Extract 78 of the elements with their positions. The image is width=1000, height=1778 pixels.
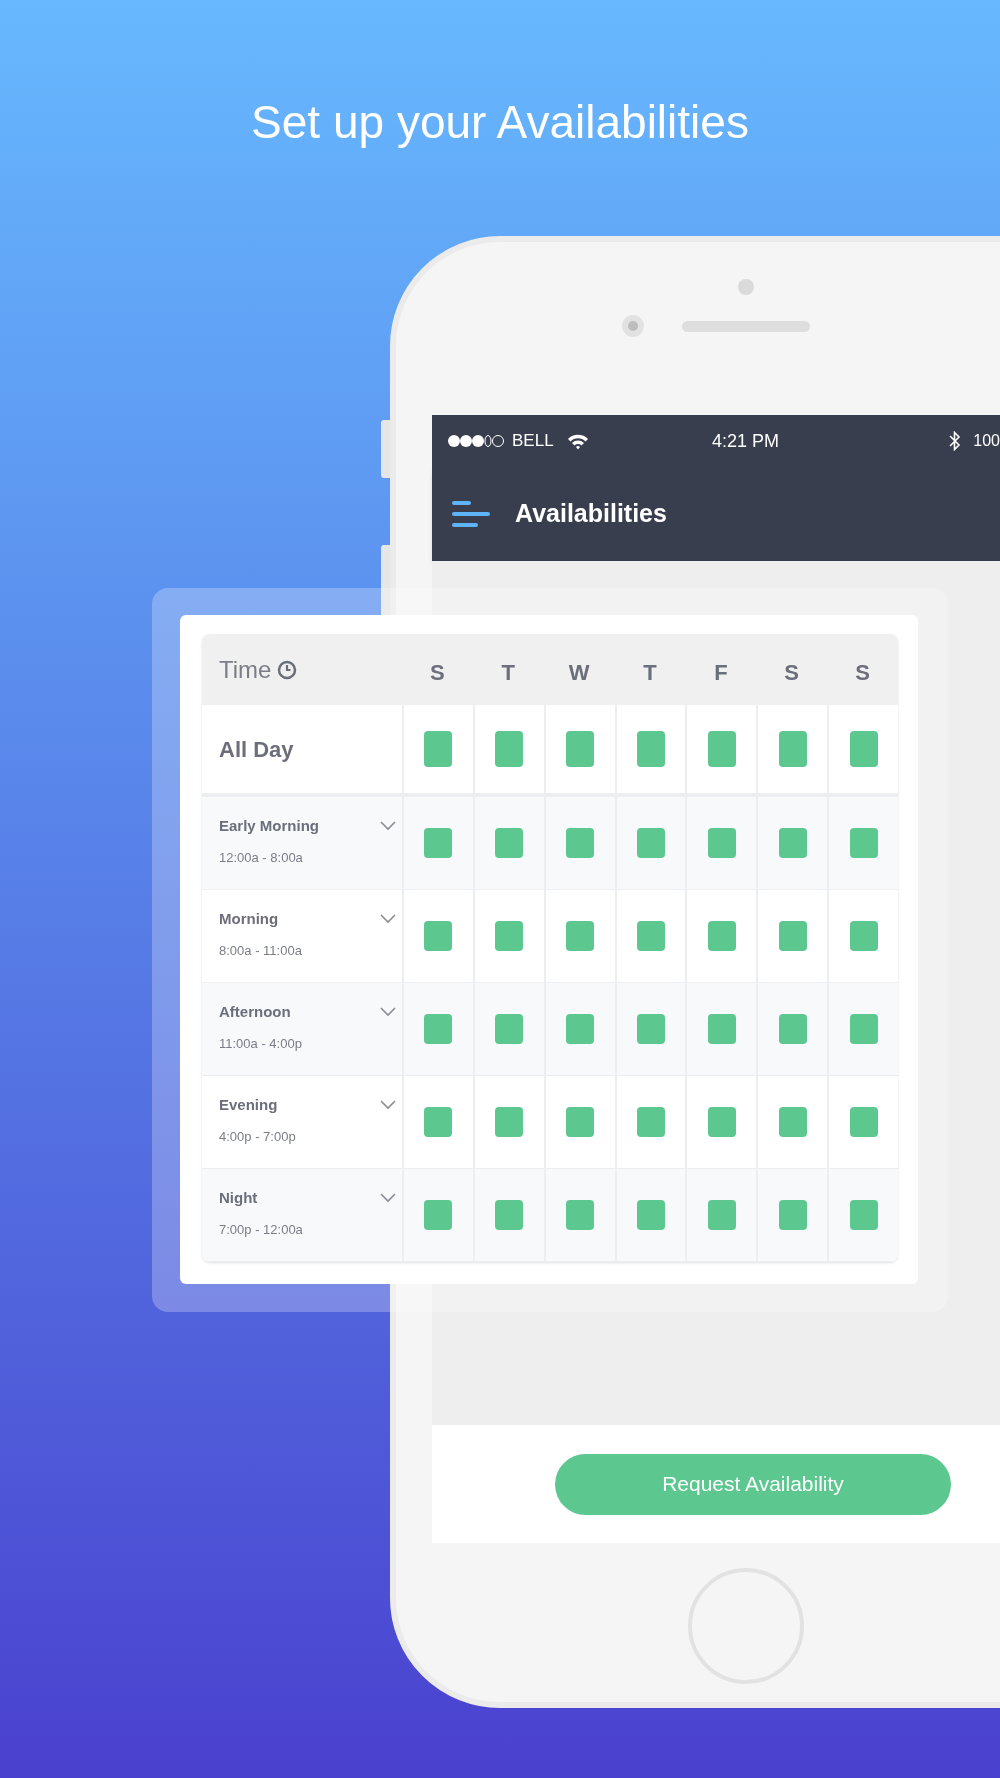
availability-toggle[interactable] xyxy=(849,828,878,858)
availability-toggle[interactable] xyxy=(424,1014,453,1044)
availability-toggle[interactable] xyxy=(778,1200,807,1230)
availability-toggle[interactable] xyxy=(707,921,736,951)
availability-toggle[interactable] xyxy=(495,921,524,951)
availability-toggle[interactable] xyxy=(778,921,807,951)
availability-toggle[interactable] xyxy=(637,731,665,767)
chevron-down-icon[interactable] xyxy=(380,1007,396,1017)
headline: Set up your Availabilities xyxy=(251,95,749,150)
availability-toggle[interactable] xyxy=(424,921,453,951)
chevron-down-icon[interactable] xyxy=(380,1193,396,1203)
time-range: 4:00p - 7:00p xyxy=(219,1127,297,1146)
chevron-down-icon[interactable] xyxy=(380,914,396,924)
time-label: Time xyxy=(219,654,272,685)
day-heading: W xyxy=(568,659,590,687)
availability-toggle[interactable] xyxy=(849,731,878,767)
availability-toggle[interactable] xyxy=(778,1014,807,1044)
availability-toggle[interactable] xyxy=(566,731,595,767)
availability-toggle[interactable] xyxy=(778,731,807,767)
time-range: 11:00a - 4:00p xyxy=(219,1034,303,1053)
availability-toggle[interactable] xyxy=(566,1200,595,1230)
availability-toggle[interactable] xyxy=(424,1200,453,1230)
menu-icon[interactable] xyxy=(451,500,491,528)
day-heading: S xyxy=(430,659,445,687)
availability-toggle[interactable] xyxy=(424,1107,453,1137)
availability-toggle[interactable] xyxy=(495,1200,524,1230)
availability-toggle[interactable] xyxy=(566,921,595,951)
clock-icon xyxy=(277,659,298,680)
bluetooth-icon xyxy=(949,431,962,451)
status-time: 4:21 PM xyxy=(712,429,780,453)
availability-toggle[interactable] xyxy=(849,1107,878,1137)
availability-toggle[interactable] xyxy=(495,1014,524,1044)
availability-toggle[interactable] xyxy=(637,1014,665,1044)
day-heading: S xyxy=(784,659,800,687)
availability-toggle[interactable] xyxy=(637,921,665,951)
wifi-icon xyxy=(566,432,589,450)
availability-toggle[interactable] xyxy=(707,828,736,858)
availability-toggle[interactable] xyxy=(637,828,665,858)
time-range: 7:00p - 12:00a xyxy=(219,1220,304,1239)
availability-toggle[interactable] xyxy=(495,828,524,858)
availability-toggle[interactable] xyxy=(566,1014,595,1044)
availability-toggle[interactable] xyxy=(495,1107,524,1137)
row-label: Early Morning xyxy=(219,816,320,836)
camera-icon xyxy=(620,313,646,339)
availability-toggle[interactable] xyxy=(495,731,524,767)
row-label: Evening xyxy=(219,1095,279,1115)
availability-toggle[interactable] xyxy=(637,1200,665,1230)
battery-percent: 100 xyxy=(973,431,1000,451)
availability-toggle[interactable] xyxy=(566,1107,595,1137)
availability-toggle[interactable] xyxy=(707,1200,736,1230)
availability-toggle[interactable] xyxy=(566,828,595,858)
chevron-down-icon[interactable] xyxy=(380,821,396,831)
availability-toggle[interactable] xyxy=(424,828,453,858)
availability-toggle[interactable] xyxy=(424,731,453,767)
availability-toggle[interactable] xyxy=(849,1014,878,1044)
row-label: All Day xyxy=(219,735,294,764)
day-heading: F xyxy=(714,659,728,687)
day-heading: T xyxy=(643,659,657,687)
availability-toggle[interactable] xyxy=(637,1107,665,1137)
availability-toggle[interactable] xyxy=(707,1014,736,1044)
screen-title: Availabilities xyxy=(515,498,667,530)
chevron-down-icon[interactable] xyxy=(380,1100,396,1110)
availability-toggle[interactable] xyxy=(849,1200,878,1230)
row-label: Night xyxy=(219,1188,259,1208)
request-availability-button[interactable]: Request Availability xyxy=(555,1453,951,1515)
availability-toggle[interactable] xyxy=(707,1107,736,1137)
signal-icon xyxy=(447,434,505,448)
day-heading: S xyxy=(855,659,870,687)
availability-toggle[interactable] xyxy=(778,1107,807,1137)
availability-toggle[interactable] xyxy=(849,921,878,951)
carrier-name: BELL xyxy=(512,430,554,453)
availability-toggle[interactable] xyxy=(778,828,807,858)
row-label: Afternoon xyxy=(219,1002,292,1022)
day-heading: T xyxy=(501,659,515,687)
row-label: Morning xyxy=(219,909,280,929)
availability-toggle[interactable] xyxy=(707,731,736,767)
time-range: 8:00a - 11:00a xyxy=(219,941,303,960)
time-range: 12:00a - 8:00a xyxy=(219,848,304,867)
